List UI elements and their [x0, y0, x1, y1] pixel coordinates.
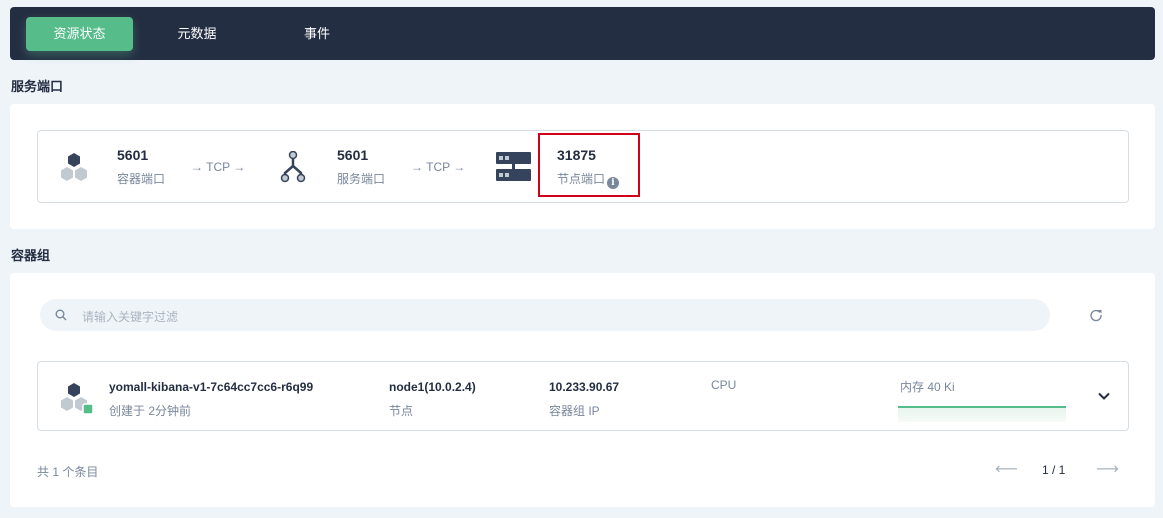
node-port-label: 节点端口: [557, 172, 606, 186]
refresh-icon[interactable]: [1089, 308, 1103, 322]
service-topology-icon: [280, 151, 306, 183]
server-rack-icon: [496, 152, 531, 181]
total-count: 共 1 个条目: [37, 465, 99, 479]
container-port-value: 5601: [117, 147, 149, 163]
search-placeholder: 请输入关键字过滤: [82, 310, 179, 324]
service-ports-panel: 5601 容器端口 → TCP → 5601 服务端口 → TCP → 3187…: [10, 104, 1155, 229]
tab-bar: 资源状态 元数据 事件: [10, 7, 1155, 60]
pod-created: 创建于 2分钟前: [109, 404, 192, 418]
prev-page-button[interactable]: ⟵: [995, 459, 1018, 479]
pod-group-title: 容器组: [11, 248, 51, 263]
next-page-button[interactable]: ⟶: [1096, 459, 1119, 479]
info-icon[interactable]: i: [607, 177, 620, 189]
cpu-label: CPU: [711, 378, 737, 392]
search-input[interactable]: 请输入关键字过滤: [40, 299, 1050, 331]
pod-node[interactable]: node1(10.0.2.4): [389, 380, 476, 394]
container-cluster-icon: [61, 153, 87, 181]
node-port-label-wrap: 节点端口 i: [557, 170, 620, 189]
pod-status-dot: [82, 403, 94, 415]
page-indicator: 1 / 1: [1042, 463, 1066, 477]
ports-card: 5601 容器端口 → TCP → 5601 服务端口 → TCP → 3187…: [37, 130, 1129, 203]
pod-name[interactable]: yomall-kibana-v1-7c64cc7cc6-r6q99: [109, 380, 313, 394]
tab-metadata[interactable]: 元数据: [147, 17, 247, 51]
chevron-down-icon[interactable]: [1096, 388, 1112, 404]
pod-icon: [61, 383, 94, 415]
service-ports-title: 服务端口: [11, 79, 64, 94]
pod-node-label: 节点: [389, 404, 414, 418]
tcp-arrow-1: → TCP →: [191, 160, 246, 174]
tcp-arrow-2: → TCP →: [411, 160, 466, 174]
pod-ip: 10.233.90.67: [549, 380, 620, 394]
pod-group-panel: 请输入关键字过滤 yomall-kibana-v1-7c64cc7cc6-r6q…: [10, 273, 1155, 507]
memory-usage-chart: [898, 406, 1066, 422]
container-port-label: 容器端口: [117, 172, 166, 186]
service-port-label: 服务端口: [337, 172, 386, 186]
node-port-value: 31875: [557, 147, 596, 163]
pod-row[interactable]: yomall-kibana-v1-7c64cc7cc6-r6q99 创建于 2分…: [37, 361, 1129, 431]
search-icon: [55, 309, 67, 321]
tab-resource-status[interactable]: 资源状态: [26, 17, 133, 51]
service-port-value: 5601: [337, 147, 369, 163]
tab-events[interactable]: 事件: [267, 17, 367, 51]
pod-ip-label: 容器组 IP: [549, 404, 600, 418]
memory-label: 内存 40 Ki: [900, 380, 955, 394]
